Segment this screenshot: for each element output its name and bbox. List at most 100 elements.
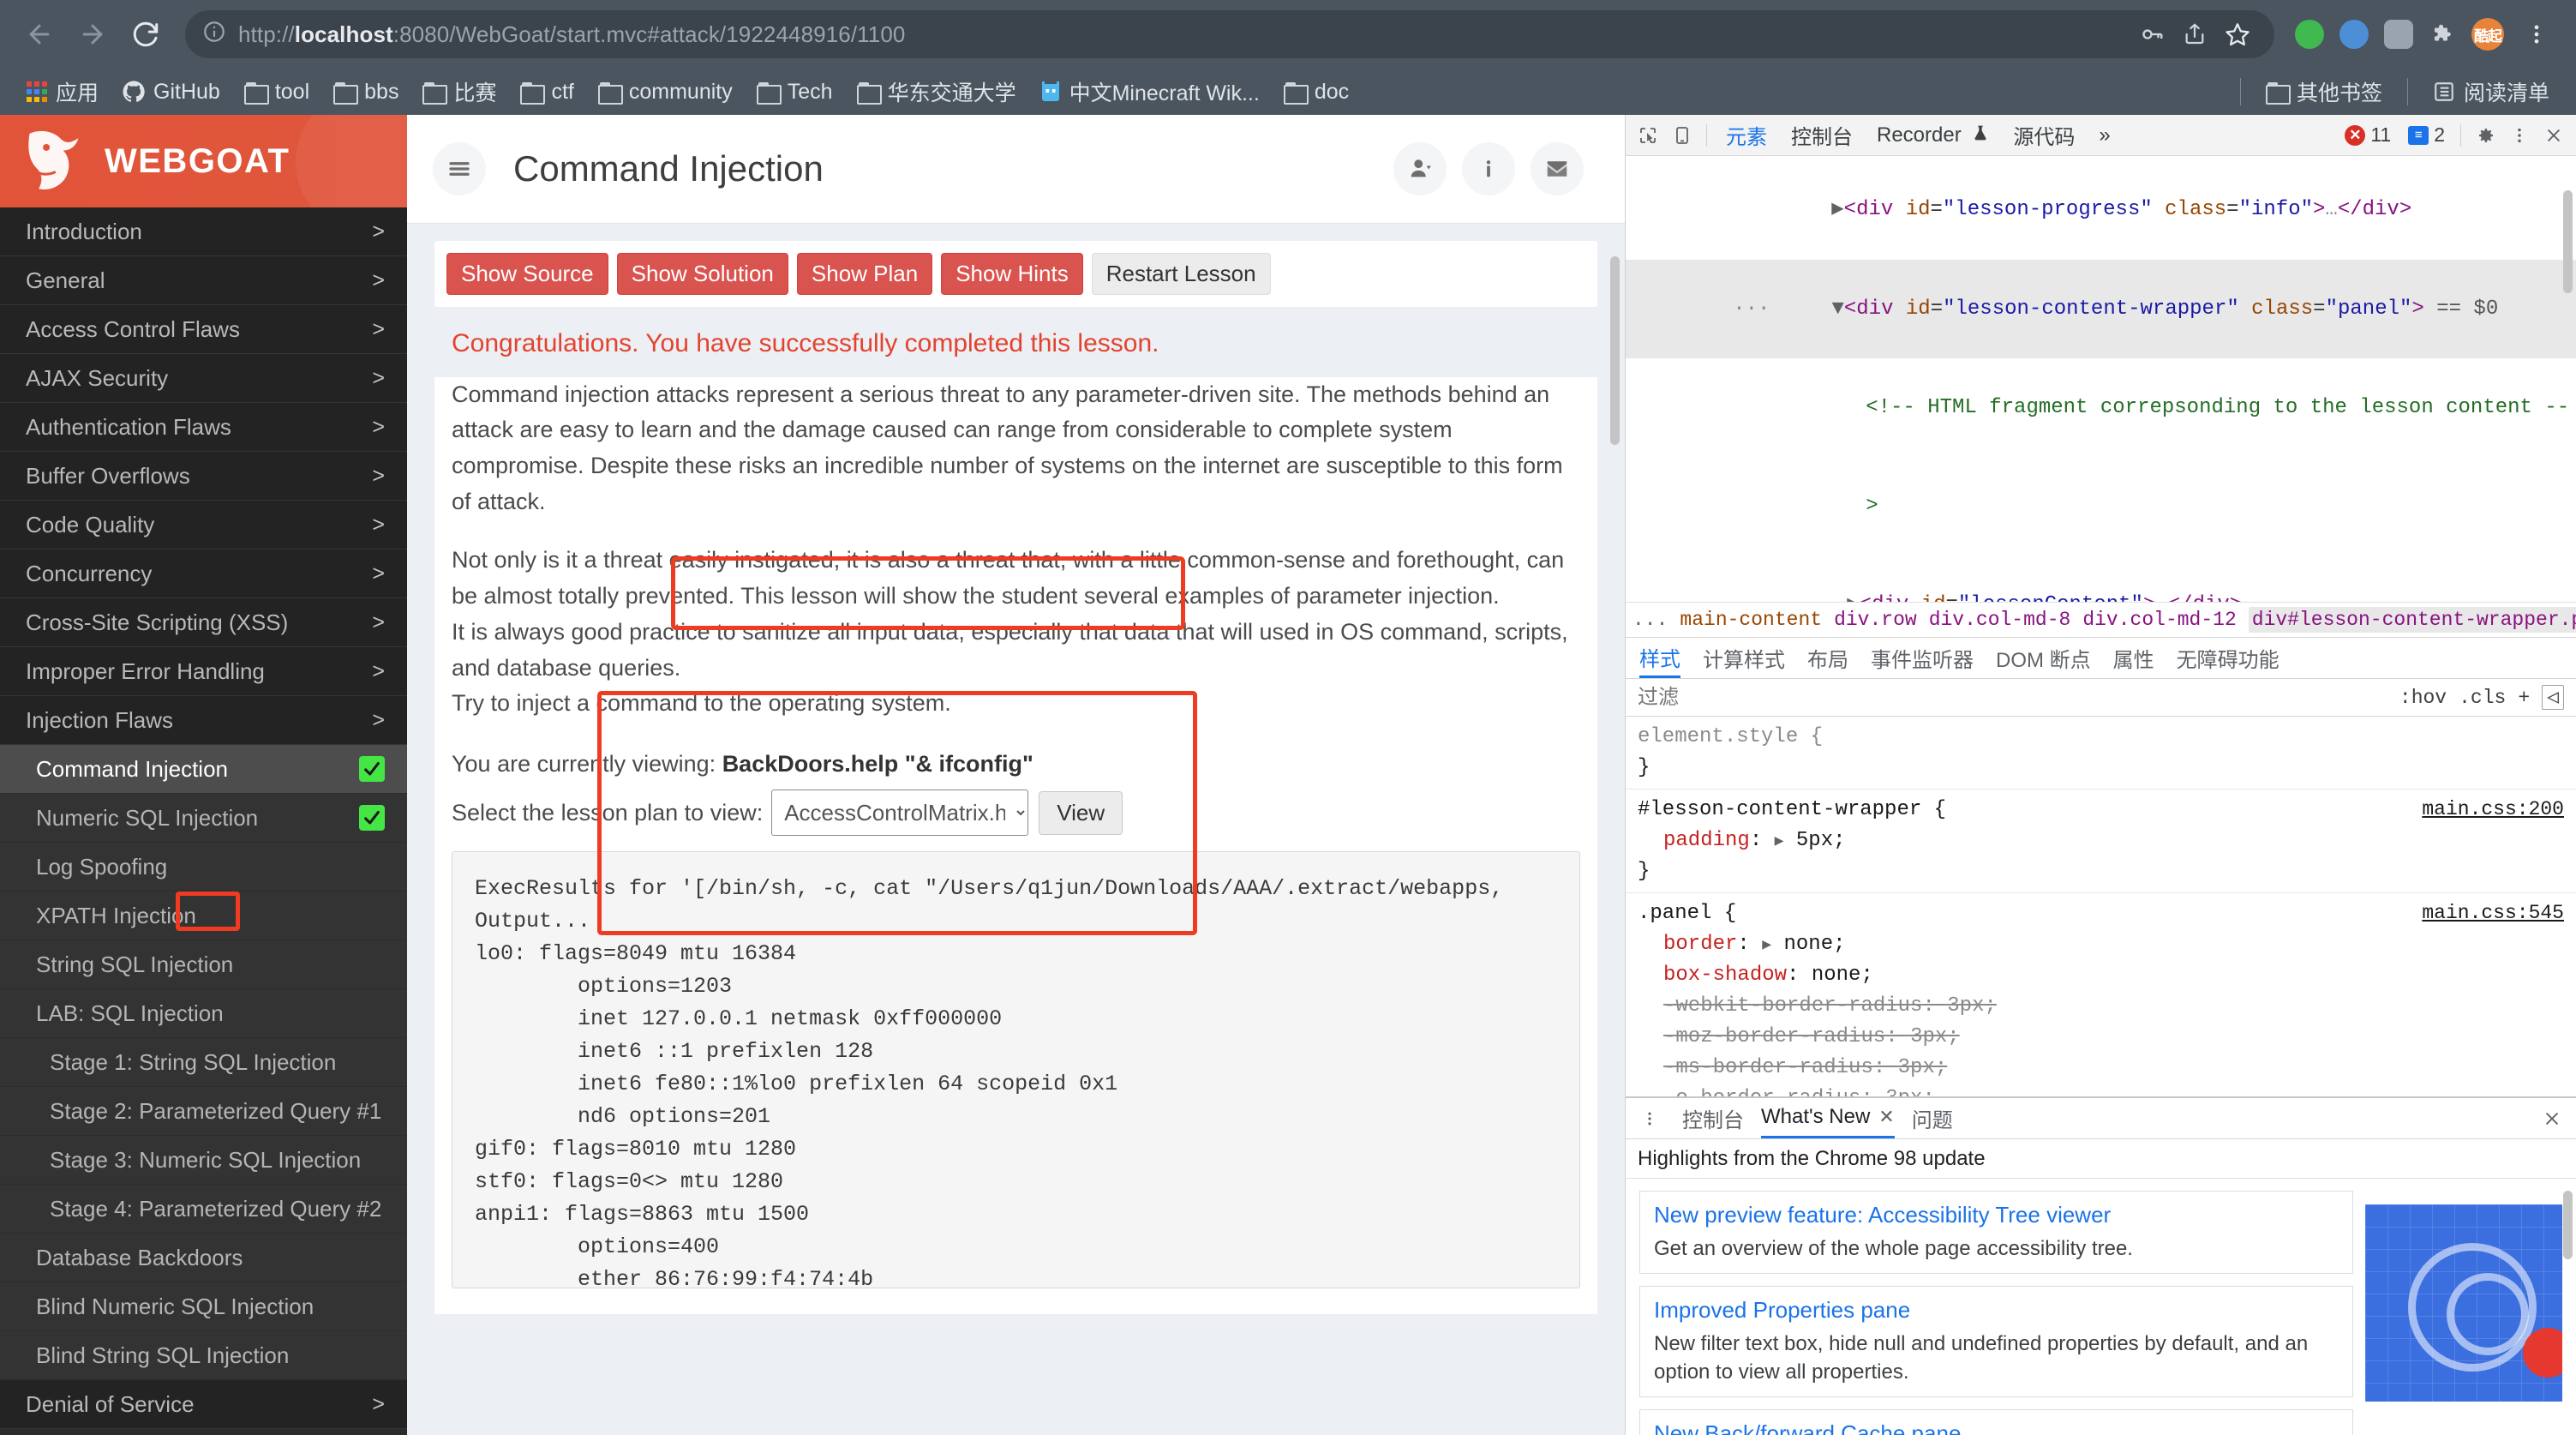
- inspect-element-icon[interactable]: [1632, 120, 1663, 151]
- breadcrumb-item[interactable]: div.col-md-8: [1929, 609, 2071, 631]
- password-key-icon[interactable]: [2132, 15, 2172, 54]
- show-solution-button[interactable]: Show Solution: [616, 253, 788, 295]
- devtools-more-tabs-icon[interactable]: »: [2088, 120, 2120, 151]
- css-property[interactable]: -moz-border-radius: [1638, 1025, 1885, 1048]
- sidebar-item-denial-of-service[interactable]: Denial of Service >: [0, 1380, 407, 1429]
- sidebar-item-lab-sql-injection[interactable]: LAB: SQL Injection: [0, 989, 407, 1038]
- sidebar-item-injection-flaws[interactable]: Injection Flaws >: [0, 696, 407, 745]
- devtools-tab-sources[interactable]: 源代码: [2003, 117, 2085, 153]
- kebab-menu-icon[interactable]: [2504, 120, 2535, 151]
- whats-new-body[interactable]: New preview feature: Accessibility Tree …: [1626, 1179, 2576, 1435]
- bookmark-bisai[interactable]: 比赛: [411, 71, 507, 112]
- breadcrumb-item[interactable]: div.col-md-12: [2082, 609, 2236, 631]
- css-declaration-overridden[interactable]: -webkit-border-radius: 3px;: [1638, 991, 2564, 1022]
- sidebar-item-string-sql-injection[interactable]: String SQL Injection: [0, 940, 407, 989]
- dom-node[interactable]: ▶<div id="lessonContent">…</div>: [1626, 556, 2576, 602]
- css-value[interactable]: none;: [1812, 964, 1873, 987]
- sidebar-item-general[interactable]: General >: [0, 256, 407, 305]
- breadcrumb-ellipsis-left[interactable]: ...: [1632, 609, 1668, 631]
- add-rule-button[interactable]: +: [2518, 687, 2530, 709]
- whats-new-card[interactable]: Improved Properties pane New filter text…: [1639, 1286, 2353, 1398]
- styles-tab-styles[interactable]: 样式: [1639, 639, 1680, 678]
- restart-lesson-button[interactable]: Restart Lesson: [1091, 253, 1271, 295]
- css-declaration-overridden[interactable]: -o-border-radius: 3px;: [1638, 1084, 2564, 1096]
- devtools-tab-console[interactable]: 控制台: [1781, 117, 1863, 153]
- class-toggle-button[interactable]: .cls: [2459, 687, 2506, 709]
- css-declaration[interactable]: padding: ▶ 5px;: [1638, 826, 2564, 856]
- css-declaration-overridden[interactable]: -ms-border-radius: 3px;: [1638, 1053, 2564, 1084]
- breadcrumb-item[interactable]: div.row: [1834, 609, 1917, 631]
- sidebar-item-code-quality[interactable]: Code Quality >: [0, 501, 407, 549]
- css-value[interactable]: 3px;: [1898, 1056, 1948, 1079]
- bookmark-community[interactable]: community: [587, 75, 744, 110]
- bookmark-tech[interactable]: Tech: [746, 75, 844, 110]
- sidebar-item-improper-error-handling[interactable]: Improper Error Handling >: [0, 647, 407, 696]
- sidebar-item-stage-3[interactable]: Stage 3: Numeric SQL Injection: [0, 1136, 407, 1185]
- sidebar-item-xpath-injection[interactable]: XPATH Injection: [0, 892, 407, 940]
- sidebar-item-numeric-sql-injection[interactable]: Numeric SQL Injection: [0, 794, 407, 843]
- address-bar[interactable]: http://localhost:8080/WebGoat/start.mvc#…: [185, 10, 2274, 58]
- close-icon[interactable]: [2538, 120, 2569, 151]
- hover-state-button[interactable]: :hov: [2399, 687, 2447, 709]
- devtools-dom-tree[interactable]: ▶<div id="lesson-progress" class="info">…: [1626, 156, 2576, 602]
- view-button[interactable]: View: [1039, 790, 1123, 835]
- styles-tab-dom-breakpoints[interactable]: DOM 断点: [1996, 639, 2091, 678]
- whats-new-card-title[interactable]: Improved Properties pane: [1654, 1297, 2339, 1324]
- sidebar-item-stage-1[interactable]: Stage 1: String SQL Injection: [0, 1038, 407, 1087]
- expand-arrow-icon[interactable]: ▶: [1847, 593, 1859, 602]
- show-source-button[interactable]: Show Source: [446, 253, 608, 295]
- site-info-icon[interactable]: [202, 20, 226, 50]
- sidebar-item-stage-4[interactable]: Stage 4: Parameterized Query #2: [0, 1185, 407, 1234]
- devtools-styles-pane[interactable]: element.style { } main.css:200 #lesson-c…: [1626, 717, 2576, 1096]
- breadcrumb-item[interactable]: main-content: [1680, 609, 1822, 631]
- bookmark-minecraft-wiki[interactable]: 中文Minecraft Wik...: [1029, 71, 1271, 112]
- css-property[interactable]: -o-border-radius: [1638, 1087, 1860, 1096]
- sidebar-item-stage-2[interactable]: Stage 2: Parameterized Query #1: [0, 1087, 407, 1136]
- info-icon[interactable]: [1462, 142, 1515, 195]
- whats-new-card-title[interactable]: New preview feature: Accessibility Tree …: [1654, 1202, 2339, 1228]
- device-toolbar-icon[interactable]: [1667, 120, 1698, 151]
- styles-tab-computed[interactable]: 计算样式: [1703, 639, 1785, 678]
- bookmark-github[interactable]: GitHub: [111, 75, 231, 110]
- mail-icon[interactable]: [1531, 142, 1584, 195]
- drawer-tab-issues[interactable]: 问题: [1912, 1099, 1953, 1138]
- css-property[interactable]: box-shadow: [1638, 964, 1787, 987]
- css-declaration-overridden[interactable]: -moz-border-radius: 3px;: [1638, 1022, 2564, 1053]
- extension-globe-icon[interactable]: [2334, 15, 2374, 54]
- collapse-arrow-icon[interactable]: ▼: [1831, 297, 1843, 321]
- sidebar-item-command-injection[interactable]: Command Injection: [0, 745, 407, 794]
- gear-icon[interactable]: [2470, 120, 2501, 151]
- dom-tree-scrollbar[interactable]: [2563, 190, 2573, 293]
- styles-tab-layout[interactable]: 布局: [1807, 639, 1848, 678]
- css-value[interactable]: 3px;: [1947, 994, 1997, 1018]
- show-plan-button[interactable]: Show Plan: [796, 253, 933, 295]
- user-account-icon[interactable]: [1393, 142, 1447, 195]
- back-arrow-icon[interactable]: [15, 10, 63, 58]
- hamburger-icon[interactable]: [433, 142, 486, 195]
- close-icon[interactable]: ✕: [1878, 1106, 1894, 1128]
- drawer-tab-whats-new[interactable]: What's New ✕: [1761, 1099, 1895, 1138]
- dom-node[interactable]: ▶<div id="lesson-progress" class="info">…: [1626, 161, 2576, 260]
- browser-menu-icon[interactable]: [2513, 10, 2561, 58]
- forward-arrow-icon[interactable]: [69, 10, 117, 58]
- css-declaration[interactable]: border: ▶ none;: [1638, 929, 2564, 960]
- other-bookmarks-button[interactable]: 其他书签: [2255, 71, 2393, 112]
- css-property[interactable]: padding: [1638, 829, 1750, 852]
- css-property[interactable]: border: [1638, 933, 1737, 956]
- devtools-tab-elements[interactable]: 元素: [1716, 117, 1777, 153]
- bookmark-tool[interactable]: tool: [233, 75, 321, 110]
- css-declaration[interactable]: box-shadow: none;: [1638, 960, 2564, 991]
- error-count-badge[interactable]: ✕ 11: [2338, 122, 2398, 148]
- kebab-menu-icon[interactable]: [1634, 1103, 1665, 1134]
- extension-green-icon[interactable]: [2290, 15, 2329, 54]
- expand-triangle-icon[interactable]: ▶: [1762, 937, 1771, 954]
- css-source-link[interactable]: main.css:545: [2422, 898, 2564, 928]
- extension-camera-icon[interactable]: [2379, 15, 2418, 54]
- sidebar-item-buffer-overflows[interactable]: Buffer Overflows >: [0, 452, 407, 501]
- css-source-link[interactable]: main.css:200: [2422, 795, 2564, 825]
- sidebar-item-ajax-security[interactable]: AJAX Security >: [0, 354, 407, 403]
- bookmark-doc[interactable]: doc: [1273, 75, 1360, 110]
- breadcrumb-item-selected[interactable]: div#lesson-content-wrapper.panel: [2248, 607, 2576, 633]
- whats-new-card[interactable]: New preview feature: Accessibility Tree …: [1639, 1191, 2353, 1275]
- expand-arrow-icon[interactable]: ▶: [1831, 198, 1843, 221]
